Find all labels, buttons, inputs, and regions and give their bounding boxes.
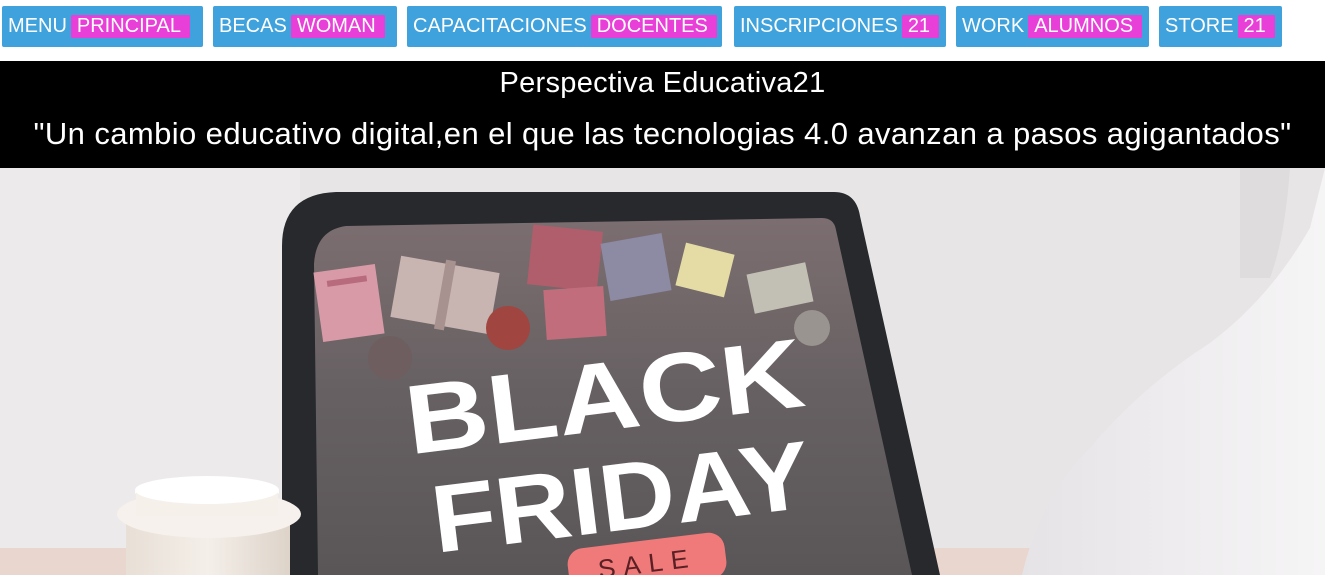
nav-store-button[interactable]: STORE 21 xyxy=(1159,6,1282,47)
coffee-cup xyxy=(117,476,301,575)
hero-image: BLACK FRIDAY SALE xyxy=(0,168,1325,575)
page: MENU PRINCIPAL BECAS WOMAN CAPACITACIONE… xyxy=(0,0,1325,575)
nav-highlight: 21 xyxy=(901,15,940,38)
nav-label: CAPACITACIONES xyxy=(413,15,587,37)
site-title: Perspectiva Educativa21 xyxy=(499,67,826,99)
site-slogan: "Un cambio educativo digital,en el que l… xyxy=(33,116,1292,151)
nav-capacitaciones-docentes-button[interactable]: CAPACITACIONES DOCENTES xyxy=(407,6,722,47)
black-friday-laptop-illustration: BLACK FRIDAY SALE xyxy=(0,168,1325,575)
nav-label: MENU xyxy=(8,15,67,37)
site-header: Perspectiva Educativa21 "Un cambio educa… xyxy=(0,61,1325,168)
nav-label: BECAS xyxy=(219,15,287,37)
nav-highlight: WOMAN xyxy=(290,15,385,38)
nav-becas-woman-button[interactable]: BECAS WOMAN xyxy=(213,6,397,47)
top-navigation: MENU PRINCIPAL BECAS WOMAN CAPACITACIONE… xyxy=(0,0,1325,61)
nav-highlight: 21 xyxy=(1237,15,1275,38)
nav-inscripciones-button[interactable]: INSCRIPCIONES 21 xyxy=(734,6,946,47)
nav-highlight: DOCENTES xyxy=(590,15,717,38)
nav-menu-principal-button[interactable]: MENU PRINCIPAL xyxy=(2,6,203,47)
nav-work-alumnos-button[interactable]: WORK ALUMNOS xyxy=(956,6,1149,47)
nav-label: STORE xyxy=(1165,15,1234,37)
nav-highlight: PRINCIPAL xyxy=(70,15,190,38)
nav-highlight: ALUMNOS xyxy=(1028,15,1143,38)
nav-label: WORK xyxy=(962,15,1025,37)
nav-label: INSCRIPCIONES xyxy=(740,15,898,37)
